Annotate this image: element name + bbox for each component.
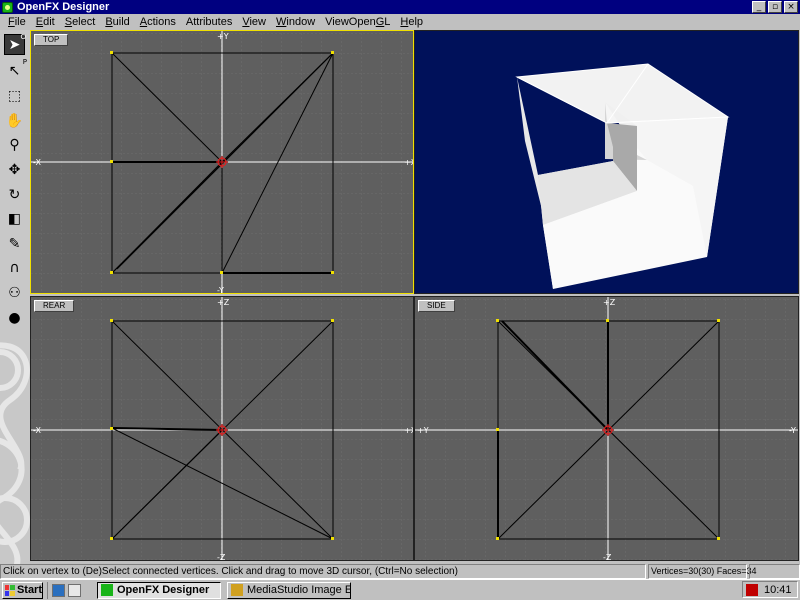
restore-button[interactable]: ▫ (768, 1, 782, 13)
mediastudio-task-icon (231, 584, 243, 596)
menu-edit[interactable]: Edit (31, 16, 60, 28)
viewport-label-rear[interactable]: REAR (34, 300, 75, 312)
menu-build[interactable]: Build (100, 16, 134, 28)
task-label: OpenFX Designer (117, 584, 210, 596)
task-openfx-designer[interactable]: OpenFX Designer (97, 581, 221, 599)
tool-magnet-icon[interactable]: ∩ (4, 257, 25, 278)
axis-label-bottom: -Z (217, 553, 226, 561)
start-label: Start (16, 584, 42, 596)
viewport-top[interactable]: +Y -Y -X +X TOP (30, 30, 414, 294)
axis-label-top: +Y (217, 32, 229, 41)
title-bar: OpenFX Designer _ ▫ × (0, 0, 800, 14)
menu-select[interactable]: Select (60, 16, 101, 28)
viewport-label-top[interactable]: TOP (34, 34, 69, 46)
axis-label-top: +Z (603, 298, 616, 307)
quick-launch (47, 581, 91, 599)
desktop-icon[interactable] (52, 583, 65, 597)
menu-bar: File Edit Select Build Actions Attributes View… (0, 14, 800, 30)
tool-palette: ➤ O ↖ P ⬚ ✋ ⚲ ✥ ↻ ◧ ✎ ∩ ⚇ ● (0, 30, 30, 564)
tool-spheres-icon[interactable]: ⚇ (4, 282, 25, 303)
minimize-button[interactable]: _ (752, 1, 766, 13)
tool-select-arrow-icon[interactable]: ➤ O (4, 33, 26, 55)
axis-label-bottom: -Y (217, 286, 224, 294)
tool-pointer-icon[interactable]: ↖ P (4, 58, 27, 81)
axis-label-right: -Y (789, 426, 796, 435)
tool-pen-icon[interactable]: ✎ (4, 233, 25, 254)
start-button[interactable]: Start (2, 581, 43, 599)
axis-label-left: +Y (417, 426, 429, 435)
decorative-swirl (0, 342, 30, 564)
tool-rotate-icon[interactable]: ↻ (4, 184, 25, 205)
system-tray: 10:41 (742, 581, 798, 598)
axis-label-right: +X (404, 158, 414, 167)
windows-logo-icon (5, 584, 15, 596)
menu-attributes[interactable]: Attributes (181, 16, 237, 28)
openfx-window: OpenFX Designer _ ▫ × File Edit Select Buil… (0, 0, 800, 600)
taskbar: Start OpenFX Designer MediaStudio Image … (0, 579, 800, 600)
menu-file[interactable]: File (3, 16, 31, 28)
tray-app-icon[interactable] (746, 583, 758, 596)
axis-label-bottom: -Z (603, 553, 612, 561)
tool-pan-hand-icon[interactable]: ✋ (4, 110, 25, 131)
menu-window[interactable]: Window (271, 16, 320, 28)
top-view-canvas[interactable]: +Y -Y -X +X (31, 31, 414, 294)
axis-label-top: +Z (217, 298, 230, 307)
opengl-render[interactable] (415, 31, 799, 294)
tool-move-icon[interactable]: ✥ (4, 159, 25, 180)
clock[interactable]: 10:41 (764, 584, 792, 596)
tool-select-box-icon[interactable]: ⬚ (4, 85, 25, 106)
tool-zoom-icon[interactable]: ⚲ (4, 134, 25, 155)
viewport-rear[interactable]: +Z -Z -X +X REAR (30, 296, 414, 561)
side-view-canvas[interactable]: +Z -Z +Y -Y (415, 297, 799, 561)
status-message: Click on vertex to (De)Select connected … (0, 564, 646, 579)
axis-label-left: -X (33, 426, 41, 435)
close-button[interactable]: × (784, 1, 798, 13)
window-title: OpenFX Designer (17, 1, 110, 13)
menu-viewopengl[interactable]: ViewOpenGL (320, 16, 395, 28)
tool-sphere-icon[interactable]: ● (4, 307, 25, 328)
viewport-3d-opengl[interactable] (414, 30, 799, 294)
status-extra-pane (749, 564, 800, 579)
menu-help[interactable]: Help (395, 16, 428, 28)
viewport-label-side[interactable]: SIDE (418, 300, 455, 312)
menu-view[interactable]: View (237, 16, 271, 28)
rear-view-canvas[interactable]: +Z -Z -X +X (31, 297, 414, 561)
axis-label-left: -X (33, 158, 41, 167)
window-controls: _ ▫ × (752, 1, 798, 13)
axis-label-right: +X (404, 426, 414, 435)
openfx-app-icon[interactable] (2, 1, 13, 13)
task-label: MediaStudio Image Editor (247, 584, 350, 596)
viewport-side[interactable]: +Z -Z +Y -Y SIDE (414, 296, 799, 561)
openfx-task-icon (101, 584, 113, 596)
tool-scale-icon[interactable]: ◧ (4, 208, 25, 229)
browser-icon[interactable] (68, 583, 81, 597)
status-bar: Click on vertex to (De)Select connected … (0, 564, 800, 579)
vertex-face-count: Vertices=30(30) Faces=34 (648, 564, 757, 579)
menu-actions[interactable]: Actions (135, 16, 181, 28)
task-mediastudio[interactable]: MediaStudio Image Editor (227, 581, 351, 599)
